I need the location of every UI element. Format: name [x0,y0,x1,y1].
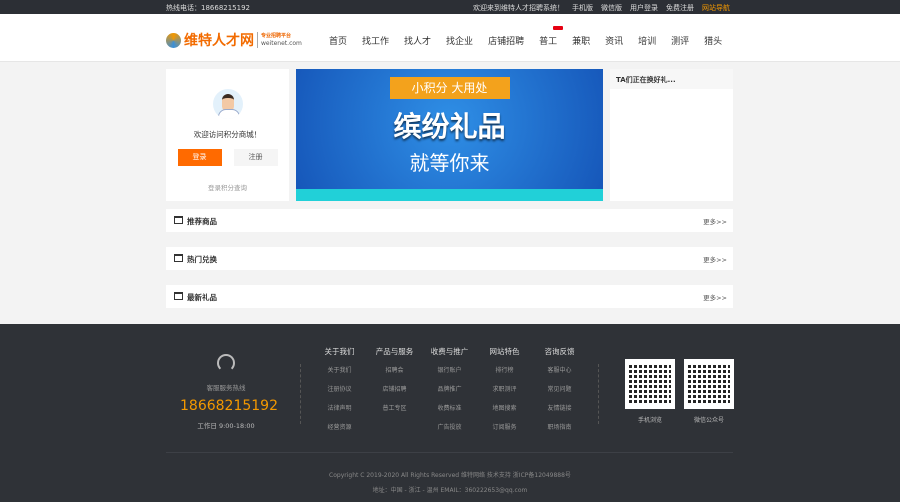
more-link[interactable]: 更多>> [703,216,727,226]
footer-link[interactable]: 银行账户 [422,365,477,374]
mobile-link[interactable]: 手机版 [572,3,593,13]
footer-link[interactable]: 地图搜索 [477,403,532,412]
welcome-message: 欢迎访问积分商城！ [193,130,262,139]
gift-icon [174,216,183,224]
footer-link[interactable]: 订阅服务 [477,422,532,431]
divider [166,452,733,453]
banner-title: 缤纷礼品 [393,110,506,143]
footer-column-title: 收费与推广 [430,347,469,356]
divider [598,364,599,424]
hot-badge [553,26,564,30]
footer-link[interactable]: 客服中心 [532,365,587,374]
nav-companies[interactable]: 找企业 [446,34,473,47]
welcome-text: 欢迎来到维特人才招聘系统！ [473,4,564,12]
nav-store-jobs[interactable]: 店铺招聘 [488,34,524,47]
nav-news[interactable]: 资讯 [605,34,623,47]
section-recommended: 推荐商品 更多>> [166,209,733,232]
footer-columns: 关于我们 关于我们 注册协议 法律声明 经营资源 产品与服务 招聘会 店铺招聘 普工专区 收费与推… [312,346,587,441]
main-nav: 首页 找工作 找人才 找企业 店铺招聘 普工 兼职 资讯 培训 测评 猎头 [329,26,737,47]
nav-talent[interactable]: 找人才 [404,34,431,47]
exchange-panel-title: TA们正在换好礼... [610,69,733,89]
section-title: 推荐商品 [187,217,217,226]
site-nav-link[interactable]: 网站导航 [702,3,730,13]
register-button[interactable]: 注册 [233,149,278,166]
footer-link[interactable]: 招聘会 [367,365,422,374]
footer-link[interactable]: 求职测评 [477,384,532,393]
footer-column-title: 产品与服务 [375,347,414,356]
footer-column-title: 网站特色 [489,347,520,356]
user-card: 欢迎访问积分商城！ 登录 注册 登录积分查询 [166,69,289,201]
exchange-panel: TA们正在换好礼... [610,69,733,201]
banner-subtitle: 就等你来 [409,151,490,175]
service-hours: 工作日 9:00-18:00 [197,422,255,430]
headset-icon [217,354,235,372]
hotline: 热线电话：18668215192 [166,4,250,12]
footer-link[interactable]: 排行榜 [477,365,532,374]
section-hot-exchange: 热门兑换 更多>> [166,247,733,270]
avatar [212,89,243,119]
section-title: 最新礼品 [187,293,217,302]
points-query-link[interactable]: 登录积分查询 [166,182,289,192]
footer-column: 关于我们 关于我们 注册协议 法律声明 经营资源 [312,346,367,441]
footer-link[interactable]: 常见问题 [532,384,587,393]
nav-parttime[interactable]: 兼职 [572,34,590,47]
header: 维特人才网 专业招聘平台 weitenet.com 首页 找工作 找人才 找企业 … [0,14,900,62]
copyright: Copyright C 2019-2020 All Rights Reserve… [329,472,571,479]
footer-link[interactable]: 友情链接 [532,403,587,412]
logo-icon [166,32,181,48]
qr-wechat: 微信公众号 [684,359,734,424]
service-hotline: 客服服务热线 18668215192 工作日 9:00-18:00 [180,354,278,430]
footer-column-title: 咨询反馈 [544,347,575,356]
footer-column: 网站特色排行榜求职测评地图搜索订阅服务 [477,346,532,441]
footer-link[interactable]: 注册协议 [312,384,367,393]
banner-floor [296,189,603,201]
footer-link[interactable]: 品牌推广 [422,384,477,393]
footer-link[interactable]: 经营资源 [312,422,367,431]
logo[interactable]: 维特人才网 专业招聘平台 weitenet.com [166,30,302,50]
footer-link[interactable]: 关于我们 [312,365,367,374]
gift-icon [174,292,183,300]
more-link[interactable]: 更多>> [703,292,727,302]
nav-assessment[interactable]: 测评 [671,34,689,47]
footer-column: 收费与推广银行账户品牌推广收费标准广告投放 [422,346,477,441]
service-phone: 18668215192 [180,398,278,414]
nav-home[interactable]: 首页 [329,34,347,47]
top-bar: 热线电话：18668215192 欢迎来到维特人才招聘系统！ 手机版 微信版 用… [0,0,900,14]
register-link[interactable]: 免费注册 [666,3,694,13]
section-new-gifts: 最新礼品 更多>> [166,285,733,308]
login-button[interactable]: 登录 [177,149,222,166]
footer-link[interactable]: 收费标准 [422,403,477,412]
basket-icon [174,254,183,262]
login-link[interactable]: 用户登录 [630,3,658,13]
footer-column: 咨询反馈客服中心常见问题友情链接职场指南 [532,346,587,441]
footer-link[interactable]: 职场指南 [532,422,587,431]
footer-link[interactable]: 普工专区 [367,403,422,412]
nav-general-worker[interactable]: 普工 [539,26,564,47]
service-label: 客服服务热线 [206,384,246,392]
footer-link[interactable]: 广告投放 [422,422,477,431]
footer-column: 产品与服务招聘会店铺招聘普工专区 [367,346,422,441]
footer-link[interactable]: 店铺招聘 [367,384,422,393]
nav-training[interactable]: 培训 [638,34,656,47]
logo-slogan: 专业招聘平台 weitenet.com [257,32,302,48]
nav-headhunter[interactable]: 猎头 [704,34,722,47]
nav-jobs[interactable]: 找工作 [362,34,389,47]
logo-name: 维特人才网 [184,33,254,49]
footer-column-title: 关于我们 [324,347,355,356]
more-link[interactable]: 更多>> [703,254,727,264]
promo-banner[interactable]: 小积分 大用处 缤纷礼品 就等你来 [296,69,603,201]
footer-link[interactable]: 法律声明 [312,403,367,412]
section-title: 热门兑换 [187,255,217,264]
qr-mobile: 手机浏览 [625,359,675,424]
footer: 客服服务热线 18668215192 工作日 9:00-18:00 关于我们 关于… [0,324,900,502]
divider [300,364,301,424]
wechat-link[interactable]: 微信版 [601,3,622,13]
address: 地址：中国 - 浙江 - 温州 EMAIL：360222653@qq.com [372,487,528,494]
banner-ribbon: 小积分 大用处 [389,77,510,99]
